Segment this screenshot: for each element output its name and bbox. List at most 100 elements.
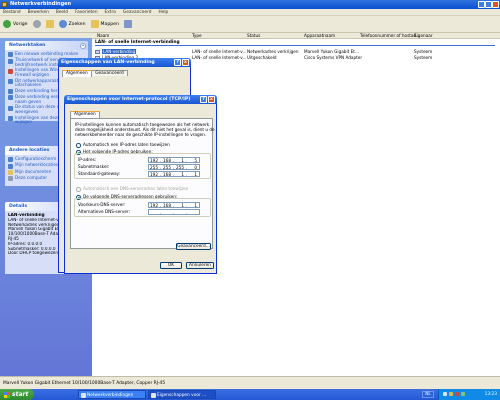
- tab-general[interactable]: Algemeen: [62, 70, 92, 77]
- window-title: Netwerkverbindingen: [10, 1, 72, 7]
- lan-connection-icon: [95, 49, 100, 54]
- preferred-dns-field[interactable]: 192. 168. 1. 1: [148, 202, 200, 208]
- forward-button[interactable]: [32, 20, 41, 28]
- subnet-octet: 255: [150, 165, 158, 170]
- cancel-button[interactable]: Annuleren: [186, 262, 214, 269]
- gateway-field[interactable]: 192. 168. 1. 1: [148, 171, 200, 177]
- help-button[interactable]: ?: [200, 96, 207, 103]
- auto-dns-radio[interactable]: [76, 187, 81, 192]
- window-titlebar[interactable]: Netwerkverbindingen: [0, 0, 500, 9]
- tab-general[interactable]: Algemeen: [70, 111, 100, 118]
- views-button[interactable]: [123, 20, 132, 28]
- status-icon: [8, 105, 13, 111]
- task-properties[interactable]: Eigenschappen voor ...: [148, 390, 216, 399]
- menu-bar: Bestand Bewerken Beeld Favorieten Extra …: [0, 9, 500, 16]
- search-button[interactable]: Zoeken: [58, 20, 86, 28]
- alternate-dns-field[interactable]: . . .: [148, 209, 200, 215]
- place-label: Mijn netwerklocaties: [15, 162, 59, 168]
- dns-octet: 168: [163, 203, 171, 208]
- maximize-button[interactable]: [485, 1, 492, 8]
- details-title: Details: [9, 204, 28, 209]
- speaker-tray-icon[interactable]: [449, 392, 453, 396]
- subnet-field[interactable]: 255. 255. 255. 0: [148, 164, 200, 170]
- col-owner[interactable]: Eigenaar: [414, 33, 433, 39]
- menu-tools[interactable]: Extra: [105, 10, 116, 15]
- dns-octet: [149, 210, 159, 214]
- close-button[interactable]: x: [182, 59, 189, 66]
- gateway-octet: 1: [194, 172, 197, 177]
- auto-ip-label[interactable]: Automatisch een IP-adres laten toewijzen: [83, 142, 170, 148]
- my-documents-icon: [8, 169, 13, 175]
- intro-line-3: netwerkbeheerder naar de geschikte IP-in…: [75, 132, 207, 137]
- folders-label: Mappen: [100, 21, 119, 27]
- col-phone[interactable]: Telefoonnummer of hostad...: [360, 33, 420, 39]
- tcpip-dialog-titlebar[interactable]: Eigenschappen voor Internet-protocol (TC…: [64, 95, 217, 104]
- toolbar: Vorige Zoeken Mappen: [0, 16, 500, 33]
- start-button[interactable]: start: [0, 389, 34, 400]
- help-button[interactable]: ?: [174, 59, 181, 66]
- auto-ip-radio[interactable]: [76, 143, 81, 148]
- rename-icon: [8, 95, 13, 101]
- update-tray-icon[interactable]: [461, 392, 465, 396]
- menu-file[interactable]: Bestand: [3, 10, 21, 15]
- system-tray: 13:23: [438, 389, 500, 400]
- task-network-connections[interactable]: Netwerkverbindingen: [78, 390, 146, 399]
- security-tray-icon[interactable]: [455, 392, 459, 396]
- ip-octet: 1: [181, 158, 184, 163]
- close-button[interactable]: [492, 1, 499, 8]
- ip-octet: 5: [194, 158, 197, 163]
- start-label: start: [12, 391, 29, 398]
- list-item[interactable]: LAN-verbinding LAN- of snelle Internet-v…: [95, 49, 495, 54]
- status-bar: Marvell Yukon Gigabit Ethernet 10/100/10…: [0, 376, 500, 389]
- tab-advanced[interactable]: Geavanceerd: [91, 70, 128, 76]
- preferred-dns-label: Voorkeurs-DNS-server:: [78, 202, 126, 207]
- menu-advanced[interactable]: Geavanceerd: [123, 10, 152, 15]
- network-tasks-header[interactable]: Netwerktaken ^: [5, 41, 88, 50]
- chevron-up-icon[interactable]: ^: [80, 42, 86, 49]
- clock[interactable]: 13:23: [485, 392, 497, 397]
- ip-address-field[interactable]: 192. 168. 1. 5: [148, 157, 200, 163]
- group-header: LAN- of snelle Internet-verbinding: [95, 40, 495, 46]
- up-button[interactable]: [45, 20, 54, 28]
- minimize-button[interactable]: [478, 1, 485, 8]
- computer-icon: [8, 176, 13, 182]
- advanced-button[interactable]: Geavanceerd...: [176, 243, 211, 250]
- settings-icon: [8, 115, 13, 121]
- item-owner: Systeem: [414, 49, 433, 54]
- col-name[interactable]: Naam: [97, 33, 109, 39]
- item-status: Netwerkadres verkrijgen: [247, 49, 299, 54]
- item-device: Cisco Systems VPN Adapter: [304, 55, 363, 60]
- ip-address-label: IP-adres:: [78, 157, 97, 162]
- auto-dns-label[interactable]: Automatisch een DNS-serveradres laten to…: [83, 186, 188, 192]
- lan-dialog-titlebar[interactable]: Eigenschappen van LAN-verbinding ? x: [58, 58, 191, 67]
- disable-device-icon: [8, 78, 13, 84]
- network-tasks-title: Netwerktaken: [9, 43, 46, 48]
- place-label: Deze computer: [15, 174, 48, 180]
- other-places-title: Andere locaties: [9, 148, 50, 153]
- folders-button[interactable]: Mappen: [90, 20, 119, 28]
- item-type: LAN- of snelle Internet-v...: [192, 55, 247, 60]
- col-type[interactable]: Type: [192, 33, 202, 39]
- ok-button[interactable]: OK: [160, 262, 182, 269]
- network-tray-icon[interactable]: [443, 392, 447, 396]
- task-label: Netwerkverbindingen: [87, 393, 134, 398]
- gateway-octet: 192: [150, 172, 158, 177]
- dns-octet: 192: [150, 203, 158, 208]
- menu-view[interactable]: Beeld: [56, 10, 68, 15]
- control-panel-icon: [8, 157, 13, 163]
- menu-edit[interactable]: Bewerken: [28, 10, 49, 15]
- new-connection-icon: [8, 52, 13, 58]
- menu-favorites[interactable]: Favorieten: [75, 10, 98, 15]
- close-button[interactable]: x: [208, 96, 215, 103]
- home-network-icon: [8, 58, 13, 64]
- properties-icon: [151, 393, 156, 398]
- language-indicator[interactable]: NL: [422, 391, 434, 398]
- col-device[interactable]: Apparaatnaam: [304, 33, 335, 39]
- menu-help[interactable]: Help: [158, 10, 168, 15]
- ip-octet: 192: [150, 158, 158, 163]
- col-status[interactable]: Status: [247, 33, 260, 39]
- firewall-icon: [8, 68, 13, 74]
- item-device: Marvell Yukon Gigabit Et...: [304, 49, 359, 54]
- network-places-icon: [8, 163, 13, 169]
- back-button[interactable]: Vorige: [3, 20, 28, 28]
